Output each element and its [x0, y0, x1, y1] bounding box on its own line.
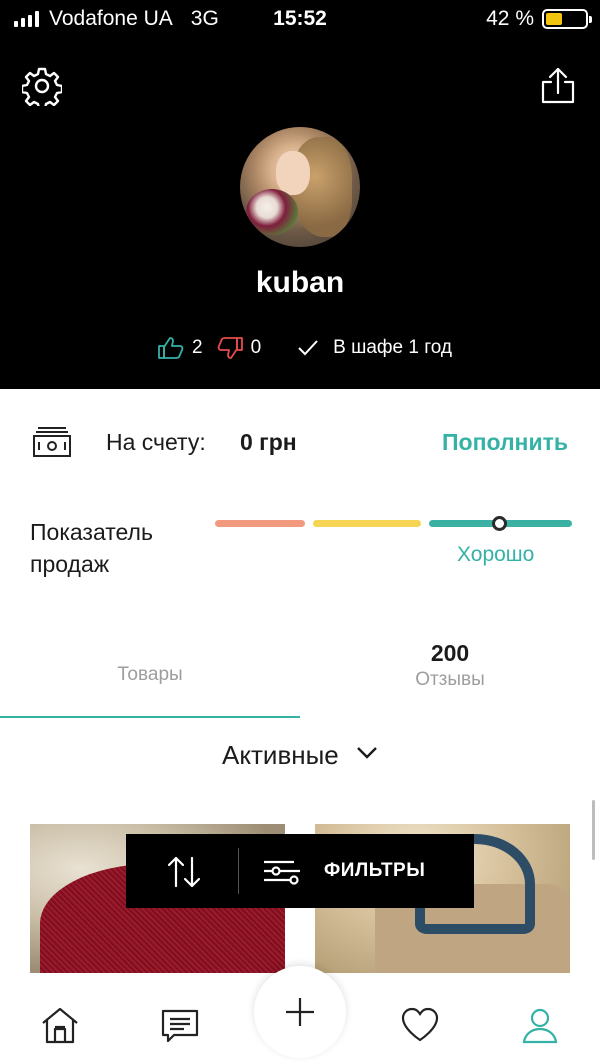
tab-reviews[interactable]: 200 Отзывы	[300, 640, 600, 691]
active-tab-indicator	[0, 716, 300, 718]
battery-percent: 42 %	[486, 7, 534, 30]
username: kuban	[255, 266, 345, 299]
membership-label: В шафе 1 год	[333, 337, 452, 358]
wallet-icon	[33, 427, 71, 457]
avatar[interactable]	[240, 127, 360, 247]
profile-icon[interactable]	[520, 1005, 560, 1045]
filters-button[interactable]: ФИЛЬТРЫ	[324, 860, 425, 882]
status-filter-dropdown[interactable]: Активные	[0, 740, 600, 771]
scrollbar[interactable]	[592, 800, 595, 860]
sales-bar-mid	[313, 520, 421, 527]
sales-bar-low	[215, 520, 305, 527]
status-right: 42 %	[486, 7, 592, 31]
heart-icon[interactable]	[400, 1005, 440, 1045]
rating-row: 2 0 В шафе 1 год	[158, 336, 452, 360]
status-bar: Vodafone UA 3G 15:52 42 %	[0, 0, 600, 40]
sales-indicator-marker	[492, 516, 507, 531]
sales-indicator-label: Показатель продаж	[30, 519, 153, 577]
thumbs-up-icon	[158, 337, 184, 359]
check-icon	[298, 340, 318, 356]
filter-sliders-icon[interactable]	[262, 856, 302, 886]
tab-products[interactable]: Товары	[0, 664, 300, 686]
balance-label: На счету:	[106, 429, 206, 455]
balance-value: 0 грн	[240, 429, 297, 455]
sales-level-label: Хорошо	[457, 543, 535, 566]
chevron-down-icon	[357, 747, 377, 759]
divider	[238, 848, 239, 894]
status-filter-label: Активные	[222, 740, 339, 770]
profile-header: Vodafone UA 3G 15:52 42 % kuban 2 0 В ша…	[0, 0, 600, 389]
gear-icon[interactable]	[22, 66, 62, 106]
reviews-count: 200	[430, 640, 470, 666]
home-icon[interactable]	[40, 1005, 80, 1045]
battery-icon	[542, 9, 592, 29]
tab-reviews-label: Отзывы	[415, 669, 485, 690]
tab-products-label: Товары	[117, 664, 183, 685]
chat-icon[interactable]	[160, 1005, 200, 1045]
dislikes-count: 0	[250, 337, 262, 358]
likes-count: 2	[192, 337, 203, 358]
thumbs-down-icon	[217, 337, 243, 359]
sort-filter-bar: ФИЛЬТРЫ	[126, 834, 474, 908]
topup-button[interactable]: Пополнить	[442, 429, 568, 456]
add-listing-button[interactable]	[254, 966, 346, 1058]
sort-icon[interactable]	[164, 852, 204, 892]
plus-icon	[286, 998, 314, 1026]
balance-row: На счету: 0 грн Пополнить	[0, 420, 600, 466]
share-icon[interactable]	[538, 66, 578, 106]
